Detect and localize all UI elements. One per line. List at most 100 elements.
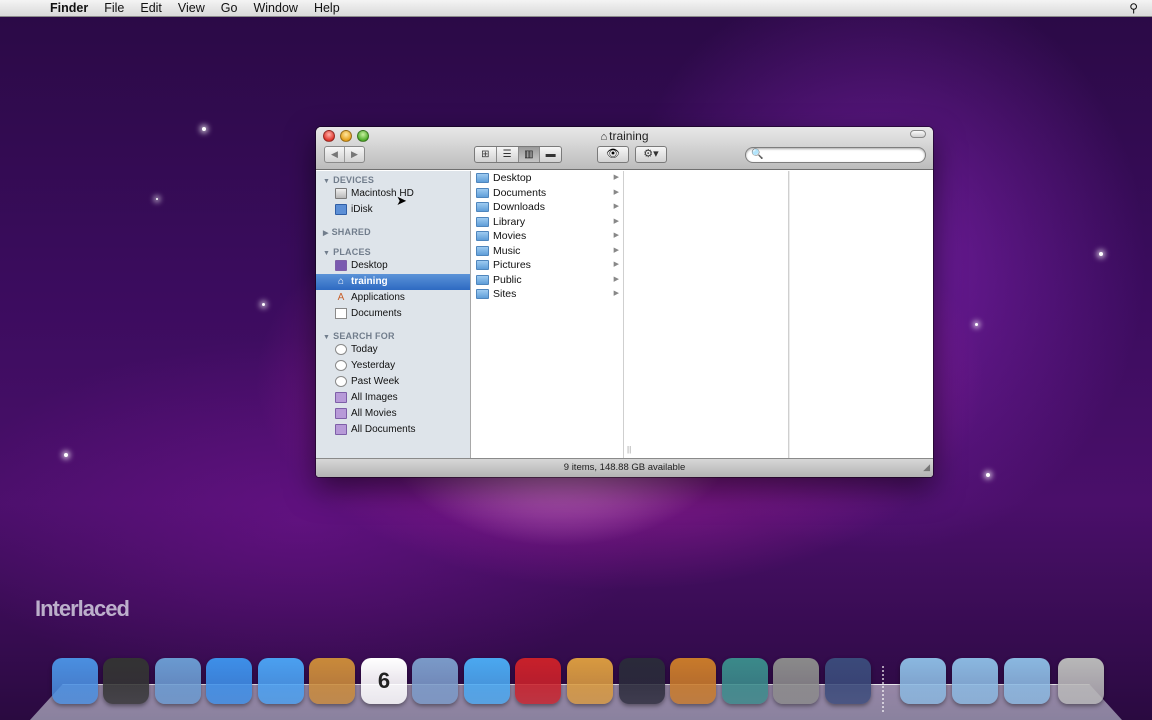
folder-icon bbox=[476, 187, 489, 198]
address-book-icon[interactable] bbox=[309, 658, 355, 704]
search-field[interactable]: 🔍 bbox=[745, 147, 926, 163]
sidebar-item-today[interactable]: Today bbox=[316, 342, 470, 358]
sidebar-item-all-movies[interactable]: All Movies bbox=[316, 406, 470, 422]
sidebar-header-shared[interactable]: ▶ SHARED bbox=[323, 227, 371, 237]
menu-go[interactable]: Go bbox=[213, 0, 246, 17]
sidebar-item-label: Past Week bbox=[351, 376, 400, 387]
menu-view[interactable]: View bbox=[170, 0, 213, 17]
toolbar-toggle-button[interactable] bbox=[910, 130, 926, 138]
forward-button[interactable]: ▶ bbox=[344, 147, 364, 162]
ichat-icon[interactable] bbox=[258, 658, 304, 704]
sidebar-item-desktop[interactable]: Desktop bbox=[316, 258, 470, 274]
list-item-library[interactable]: Library ▶ bbox=[471, 215, 623, 230]
sidebar-item-past-week[interactable]: Past Week bbox=[316, 374, 470, 390]
hard-drive-icon bbox=[335, 188, 347, 199]
column-empty: || bbox=[624, 171, 789, 458]
list-item-label: Downloads bbox=[493, 201, 545, 213]
clock-icon bbox=[335, 376, 347, 387]
star bbox=[975, 323, 978, 326]
list-item-public[interactable]: Public ▶ bbox=[471, 273, 623, 288]
list-item-label: Public bbox=[493, 273, 522, 286]
sidebar-item-label: All Movies bbox=[351, 408, 397, 419]
disclosure-arrow-icon: ▶ bbox=[613, 261, 619, 268]
sidebar-item-label: Yesterday bbox=[351, 360, 396, 371]
sidebar-item-training[interactable]: ⌂ training bbox=[316, 274, 470, 290]
sidebar-header-devices[interactable]: ▼ DEVICES bbox=[323, 175, 374, 185]
list-item-downloads[interactable]: Downloads ▶ bbox=[471, 200, 623, 215]
column-preview bbox=[789, 171, 933, 458]
list-item-movies[interactable]: Movies ▶ bbox=[471, 229, 623, 244]
window-resize-handle[interactable]: ◢ bbox=[923, 458, 930, 476]
imovie-icon[interactable] bbox=[619, 658, 665, 704]
iphoto-preview-icon[interactable] bbox=[412, 658, 458, 704]
list-item-music[interactable]: Music ▶ bbox=[471, 244, 623, 259]
column-home-contents: Desktop ▶ Documents ▶ Downloads ▶ Library ▶ … bbox=[471, 171, 624, 458]
smart-folder-icon bbox=[335, 392, 347, 403]
sidebar-item-applications[interactable]: A Applications bbox=[316, 290, 470, 306]
watermark-logo: Interlaced bbox=[35, 596, 130, 621]
applications-icon: A bbox=[337, 292, 345, 303]
mail-icon[interactable] bbox=[155, 658, 201, 704]
sidebar-item-label: Applications bbox=[351, 292, 405, 303]
sidebar-item-all-documents[interactable]: All Documents bbox=[316, 422, 470, 438]
menu-window[interactable]: Window bbox=[245, 0, 305, 17]
sidebar-item-label: iDisk bbox=[351, 204, 373, 215]
ical-date-label: 6 bbox=[377, 668, 391, 693]
spaces-icon[interactable] bbox=[825, 658, 871, 704]
dashboard-icon[interactable] bbox=[103, 658, 149, 704]
star bbox=[64, 453, 68, 457]
window-title: ⌂ training bbox=[316, 129, 933, 143]
list-item-label: Documents bbox=[493, 186, 547, 199]
documents-icon bbox=[335, 308, 347, 319]
applications-stack-icon[interactable] bbox=[900, 658, 946, 704]
itunes-icon[interactable] bbox=[464, 658, 510, 704]
sidebar: ▼ DEVICES Macintosh HD iDisk ▶ SHARED ▼ PLA… bbox=[316, 171, 471, 458]
ical-icon[interactable]: 6 bbox=[361, 658, 407, 704]
time-machine-icon[interactable] bbox=[722, 658, 768, 704]
menu-file[interactable]: File bbox=[96, 0, 132, 17]
quick-look-button[interactable]: 👁 bbox=[597, 146, 629, 163]
folder-icon bbox=[476, 260, 489, 270]
downloads-stack-icon[interactable] bbox=[1004, 658, 1050, 704]
front-row-icon[interactable] bbox=[515, 658, 561, 704]
sidebar-item-label: All Images bbox=[351, 392, 398, 403]
sidebar-item-documents[interactable]: Documents bbox=[316, 306, 470, 322]
disclosure-arrow-icon: ▶ bbox=[613, 275, 619, 283]
spotlight-icon[interactable]: ⚲ bbox=[1129, 1, 1138, 15]
disclosure-arrow-icon: ▶ bbox=[613, 246, 619, 254]
garageband-icon[interactable] bbox=[670, 658, 716, 704]
menu-edit[interactable]: Edit bbox=[132, 0, 170, 17]
sidebar-item-label: Desktop bbox=[351, 260, 388, 271]
menu-finder[interactable]: Finder bbox=[42, 0, 96, 17]
column-view-button[interactable]: ▥ bbox=[517, 147, 540, 162]
sidebar-header-places[interactable]: ▼ PLACES bbox=[323, 247, 371, 257]
star bbox=[202, 127, 206, 131]
search-icon: 🔍 bbox=[751, 149, 764, 160]
sidebar-item-all-images[interactable]: All Images bbox=[316, 390, 470, 406]
list-view-button[interactable]: ☰ bbox=[495, 147, 518, 162]
sidebar-item-idisk[interactable]: iDisk bbox=[316, 202, 470, 218]
trash-icon[interactable] bbox=[1058, 658, 1104, 704]
system-preferences-icon[interactable] bbox=[773, 658, 819, 704]
disclosure-triangle-icon: ▼ bbox=[323, 178, 331, 185]
iphoto-icon[interactable] bbox=[567, 658, 613, 704]
list-item-label: Pictures bbox=[493, 259, 531, 271]
back-button[interactable]: ◀ bbox=[325, 147, 344, 162]
list-item-documents[interactable]: Documents ▶ bbox=[471, 186, 623, 201]
sidebar-item-yesterday[interactable]: Yesterday bbox=[316, 358, 470, 374]
sidebar-header-search-for[interactable]: ▼ SEARCH FOR bbox=[323, 331, 395, 341]
list-item-sites[interactable]: Sites ▶ bbox=[471, 287, 623, 302]
menu-help[interactable]: Help bbox=[306, 0, 348, 17]
icon-view-button[interactable]: ⊞ bbox=[475, 147, 496, 162]
sidebar-item-macintosh-hd[interactable]: Macintosh HD bbox=[316, 186, 470, 202]
status-text: 9 items, 148.88 GB available bbox=[563, 462, 686, 473]
finder-icon[interactable] bbox=[52, 658, 98, 704]
documents-stack-icon[interactable] bbox=[952, 658, 998, 704]
column-resize-handle[interactable]: || bbox=[627, 445, 631, 454]
cover-flow-button[interactable]: ▬ bbox=[539, 147, 561, 162]
list-item-pictures[interactable]: Pictures ▶ bbox=[471, 258, 623, 273]
search-input[interactable] bbox=[764, 149, 919, 161]
list-item-desktop[interactable]: Desktop ▶ bbox=[471, 171, 623, 186]
action-menu-button[interactable]: ⚙▾ bbox=[635, 146, 667, 163]
safari-icon[interactable] bbox=[206, 658, 252, 704]
